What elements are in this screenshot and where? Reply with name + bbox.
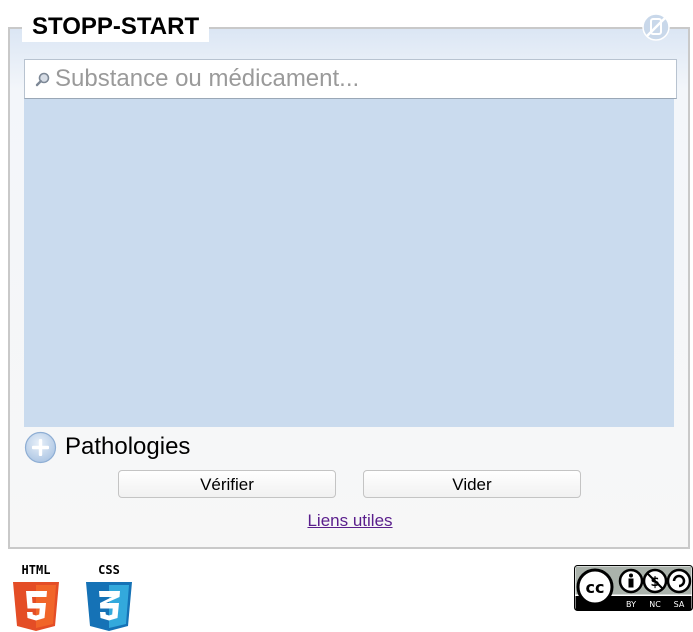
svg-text:CSS: CSS xyxy=(98,563,120,577)
svg-text:NC: NC xyxy=(649,600,661,609)
svg-text:HTML: HTML xyxy=(22,563,51,577)
html5-badge[interactable]: HTML xyxy=(10,562,62,632)
verify-button[interactable]: Vérifier xyxy=(118,470,336,498)
no-edit-icon[interactable] xyxy=(641,12,671,42)
css3-badge[interactable]: CSS xyxy=(83,562,135,632)
pathologies-label: Pathologies xyxy=(65,433,191,460)
search-icon xyxy=(35,72,50,87)
search-input[interactable] xyxy=(55,61,676,97)
app-title: STOPP-START xyxy=(22,12,210,42)
results-list[interactable] xyxy=(24,99,674,427)
useful-links-link[interactable]: Liens utiles xyxy=(0,511,693,531)
svg-text:SA: SA xyxy=(674,600,685,609)
search-box[interactable] xyxy=(24,59,677,99)
svg-text:BY: BY xyxy=(626,600,636,609)
clear-button[interactable]: Vider xyxy=(363,470,581,498)
pathologies-toggle[interactable]: Pathologies xyxy=(24,430,190,464)
creative-commons-badge[interactable]: cc $ BY NC SA xyxy=(574,565,693,611)
svg-text:cc: cc xyxy=(586,578,605,597)
plus-circle-icon[interactable] xyxy=(24,431,57,464)
